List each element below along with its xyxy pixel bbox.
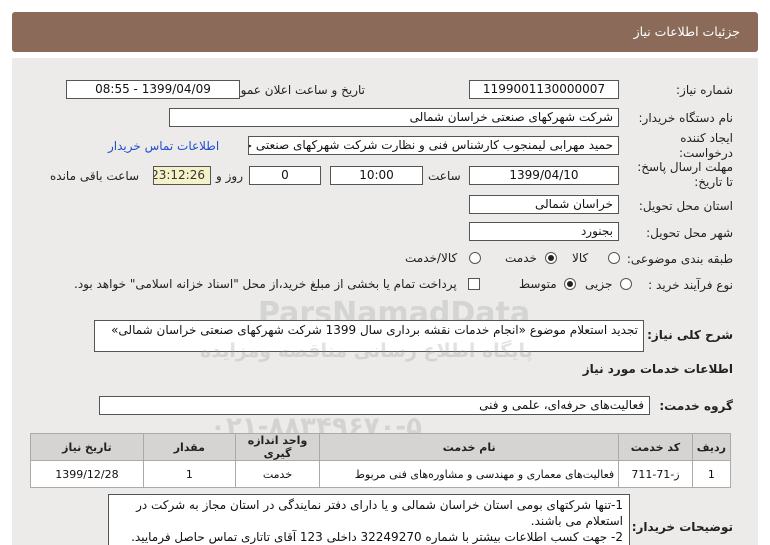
deadline-date-field: 1399/04/10 [469,166,619,185]
buyer-org-label: نام دستگاه خریدار: [638,111,734,125]
need-number-field: 1199001130000007 [469,80,619,99]
city-label: شهر محل تحویل: [646,226,733,240]
cell-unit: خدمت [234,460,321,488]
treasury-payment-label: پرداخت تمام یا بخشی از مبلغ خرید،از محل … [74,277,457,291]
remaining-days-label: روز و [216,169,243,183]
requester-label-line1: ایجاد کننده [680,131,733,145]
buyer-notes-line1: 1-تنها شرکتهای بومی استان خراسان شمالی و… [136,498,623,512]
remaining-time-field: 23:12:26 [153,166,211,185]
services-info-title: اطلاعات خدمات مورد نیاز [582,362,733,376]
col-header-unit: واحد اندازه گیری [234,433,321,461]
category-service-radio[interactable] [545,252,557,264]
service-group-label: گروه خدمت: [659,399,733,413]
category-goods-radio[interactable] [608,252,620,264]
col-header-row-number: ردیف [691,433,732,461]
page-title: جزئیات اطلاعات نیاز [633,24,740,39]
buyer-notes-line2: استعلام می باشند. [530,514,623,528]
city-field: بجنورد [469,222,619,241]
col-header-service-name: نام خدمت [319,433,620,461]
need-number-label: شماره نیاز: [676,83,733,97]
col-header-quantity: مقدار [142,433,236,461]
announce-datetime-label: تاریخ و ساعت اعلان عمومی: [220,83,365,97]
buyer-notes-line3: 2- جهت کسب اطلاعات بیشتر با شماره 322492… [131,530,623,544]
process-minor-label: جزیی [585,277,613,291]
requester-field: حمید مهرابی لیمنجوب کارشناس فنی و نظارت … [248,136,619,155]
table-header-row: ردیف کد خدمت نام خدمت واحد اندازه گیری م… [30,433,732,461]
deadline-time-label: ساعت [428,169,461,183]
buyer-contact-link[interactable]: اطلاعات تماس خریدار [108,139,219,153]
service-group-field: فعالیت‌های حرفه‌ای، علمی و فنی [99,396,650,415]
cell-service-name: فعالیت‌های معماری و مهندسی و مشاوره‌های … [319,460,620,488]
remaining-time-label: ساعت باقی مانده [50,169,140,183]
services-table: ردیف کد خدمت نام خدمت واحد اندازه گیری م… [30,433,732,488]
col-header-service-code: کد خدمت [618,433,693,461]
province-field: خراسان شمالی [469,195,619,214]
cell-service-code: ز-71-711 [618,460,693,488]
cell-quantity: 1 [142,460,236,488]
category-goods-label: کالا [572,251,589,265]
process-minor-radio[interactable] [620,278,632,290]
deadline-label-line1: مهلت ارسال پاسخ: [637,160,733,174]
category-service-label: خدمت [505,251,537,265]
buyer-org-field: شرکت شهرکهای صنعتی خراسان شمالی [169,108,619,127]
category-goods-service-label: کالا/خدمت [405,251,458,265]
remaining-days-field: 0 [249,166,321,185]
announce-datetime-field: 1399/04/09 - 08:55 [66,80,240,99]
requester-label-line2: درخواست: [679,146,733,160]
page-header: جزئیات اطلاعات نیاز [12,12,758,52]
summary-label: شرح کلی نیاز: [647,328,733,342]
deadline-label-line2: تا تاریخ: [694,175,733,189]
process-medium-radio[interactable] [564,278,576,290]
table-row: 1 ز-71-711 فعالیت‌های معماری و مهندسی و … [30,460,732,488]
category-label: طبقه بندی موضوعی: [626,252,733,266]
province-label: استان محل تحویل: [638,199,733,213]
buyer-notes-field: 1-تنها شرکتهای بومی استان خراسان شمالی و… [108,494,630,545]
buyer-notes-label: توضیحات خریدار: [631,520,733,534]
cell-need-date: 1399/12/28 [30,460,144,488]
deadline-time-field: 10:00 [330,166,423,185]
process-medium-label: متوسط [519,277,557,291]
process-type-label: نوع فرآیند خرید : [648,278,733,292]
cell-row-number: 1 [691,460,732,488]
treasury-payment-checkbox[interactable] [468,278,480,290]
summary-field: تجدید استعلام موضوع «انجام خدمات نقشه بر… [94,320,644,352]
category-goods-service-radio[interactable] [469,252,481,264]
col-header-need-date: تاریخ نیاز [30,433,144,461]
